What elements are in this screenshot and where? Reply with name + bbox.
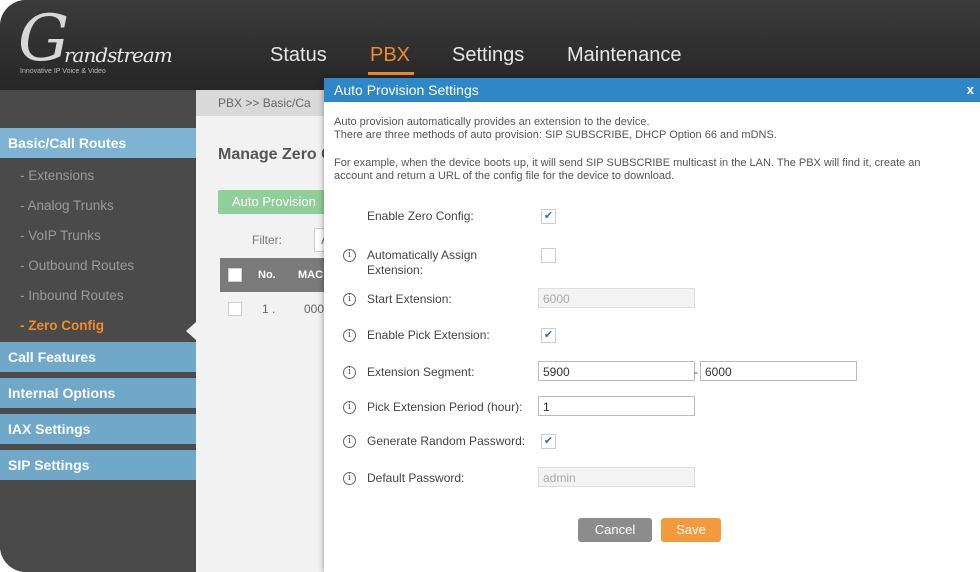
description-line-2: There are three methods of auto provisio… <box>334 129 777 141</box>
close-icon[interactable]: x <box>967 78 974 102</box>
dialog-title: Auto Provision Settings <box>334 82 479 98</box>
sidebar-section-iax-settings[interactable]: IAX Settings <box>0 414 196 444</box>
nav-maintenance[interactable]: Maintenance <box>567 44 682 67</box>
sidebar-active-pointer <box>186 322 196 340</box>
sidebar-section-basic-call-routes[interactable]: Basic/Call Routes <box>0 128 196 158</box>
enable-zero-config-label: Enable Zero Config: <box>367 209 474 223</box>
description-line-4: account and return a URL of the config f… <box>334 170 675 182</box>
auto-assign-label-line-1: Automatically Assign <box>367 248 478 262</box>
sidebar-item-zero-config[interactable]: - Zero Config <box>20 318 104 333</box>
auto-assign-label-line-2: Extension: <box>367 263 424 277</box>
info-icon[interactable]: i <box>343 366 356 379</box>
start-extension-label: Start Extension: <box>367 292 452 306</box>
sidebar-section-call-features[interactable]: Call Features <box>0 342 196 372</box>
enable-pick-extension-label: Enable Pick Extension: <box>367 328 490 342</box>
top-bar: G randstream Innovative IP Voice & Video… <box>0 0 980 90</box>
info-icon[interactable]: i <box>343 472 356 485</box>
sidebar-item-outbound-routes[interactable]: - Outbound Routes <box>20 258 134 273</box>
cancel-button[interactable]: Cancel <box>578 518 652 542</box>
start-extension-input[interactable]: 6000 <box>538 288 695 308</box>
sidebar-item-inbound-routes[interactable]: - Inbound Routes <box>20 288 124 303</box>
sidebar-section-sip-settings[interactable]: SIP Settings <box>0 450 196 480</box>
pick-period-label: Pick Extension Period (hour): <box>367 400 523 414</box>
table-row: 1 . 000 <box>220 298 330 324</box>
segment-separator: - <box>694 365 698 379</box>
nav-status[interactable]: Status <box>270 44 327 67</box>
info-icon[interactable]: i <box>343 329 356 342</box>
sidebar-item-analog-trunks[interactable]: - Analog Trunks <box>20 198 114 213</box>
extension-segment-from-input[interactable]: 5900 <box>538 361 695 381</box>
dialog-title-bar: Auto Provision Settings x <box>324 78 980 102</box>
info-icon[interactable]: i <box>343 249 356 262</box>
row-checkbox[interactable] <box>228 302 242 316</box>
info-icon[interactable]: i <box>343 435 356 448</box>
logo-letter: G <box>18 2 70 76</box>
app-frame: G randstream Innovative IP Voice & Video… <box>0 0 980 572</box>
auto-assign-checkbox[interactable] <box>541 248 556 263</box>
sidebar-section-internal-options[interactable]: Internal Options <box>0 378 196 408</box>
logo-tagline: Innovative IP Voice & Video <box>20 68 106 75</box>
logo-text: randstream <box>64 43 173 67</box>
generate-random-password-checkbox[interactable]: ✔ <box>541 434 556 449</box>
nav-active-indicator <box>368 72 414 75</box>
grandstream-logo[interactable]: G randstream Innovative IP Voice & Video <box>18 2 173 78</box>
info-icon[interactable]: i <box>343 293 356 306</box>
column-header-no[interactable]: No. <box>258 269 276 281</box>
enable-pick-extension-checkbox[interactable]: ✔ <box>541 328 556 343</box>
enable-zero-config-checkbox[interactable]: ✔ <box>541 209 556 224</box>
auto-provision-dialog: Auto Provision Settings x Auto provision… <box>324 78 980 572</box>
description-line-3: For example, when the device boots up, i… <box>334 157 921 169</box>
default-password-input[interactable]: admin <box>538 467 695 487</box>
nav-settings[interactable]: Settings <box>452 44 524 67</box>
sidebar-item-voip-trunks[interactable]: - VoIP Trunks <box>20 228 101 243</box>
save-button[interactable]: Save <box>661 518 721 542</box>
sidebar: Basic/Call Routes - Extensions - Analog … <box>0 90 196 572</box>
row-mac: 000 <box>304 302 325 316</box>
nav-pbx[interactable]: PBX <box>370 44 410 67</box>
description-line-1: Auto provision automatically provides an… <box>334 116 650 128</box>
extension-segment-to-input[interactable]: 6000 <box>700 361 857 381</box>
info-icon[interactable]: i <box>343 401 356 414</box>
table-header: No. MAC <box>220 258 330 292</box>
filter-label: Filter: <box>252 233 282 247</box>
default-password-label: Default Password: <box>367 471 465 485</box>
pick-period-input[interactable]: 1 <box>538 396 695 416</box>
select-all-checkbox[interactable] <box>228 268 242 282</box>
auto-provision-button[interactable]: Auto Provision <box>218 190 338 214</box>
extension-segment-label: Extension Segment: <box>367 365 475 379</box>
column-header-mac[interactable]: MAC <box>298 269 323 281</box>
page-title: Manage Zero C <box>218 146 333 163</box>
row-number: 1 . <box>262 302 276 316</box>
generate-random-password-label: Generate Random Password: <box>367 434 526 448</box>
sidebar-item-extensions[interactable]: - Extensions <box>20 168 94 183</box>
